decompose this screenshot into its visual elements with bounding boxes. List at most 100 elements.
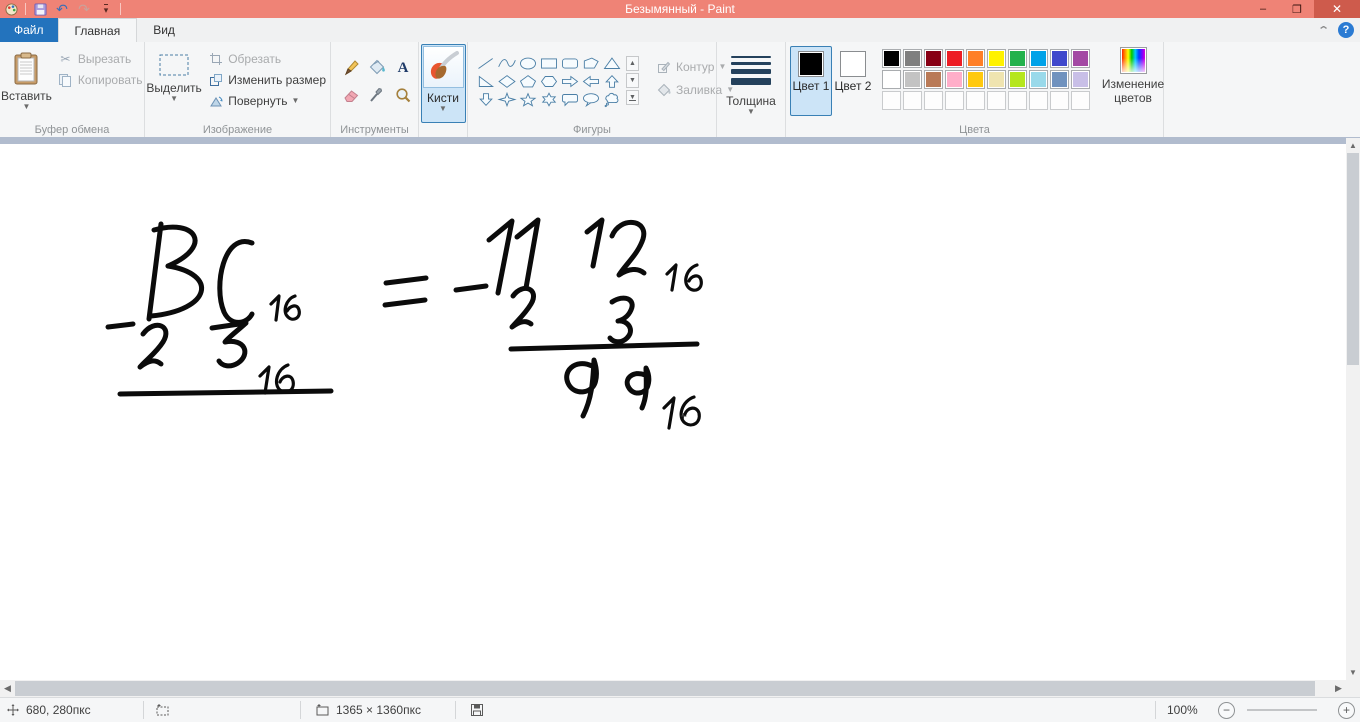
maximize-button[interactable]: ❐ <box>1280 0 1314 18</box>
resize-button[interactable]: Изменить размер <box>203 69 330 90</box>
shape-curve[interactable] <box>497 55 517 72</box>
shape-arrow-up[interactable] <box>602 73 622 90</box>
palette-color-swatch[interactable] <box>924 49 943 68</box>
magnifier-tool-button[interactable] <box>391 82 415 108</box>
drawing-canvas[interactable] <box>0 144 1346 680</box>
eraser-tool-button[interactable] <box>339 82 363 108</box>
cut-button[interactable]: ✂ Вырезать <box>53 48 147 69</box>
shape-six-point-star[interactable] <box>539 91 559 108</box>
palette-color-swatch[interactable] <box>882 70 901 89</box>
palette-empty-slot[interactable] <box>924 91 943 110</box>
scroll-left-icon[interactable]: ◀ <box>0 680 15 697</box>
copy-button[interactable]: Копировать <box>53 69 147 90</box>
palette-color-swatch[interactable] <box>1008 49 1027 68</box>
scroll-right-icon[interactable]: ▶ <box>1331 680 1346 697</box>
paint-app-icon[interactable] <box>3 1 19 17</box>
palette-color-swatch[interactable] <box>924 70 943 89</box>
redo-button[interactable]: ↷ <box>76 1 92 17</box>
palette-color-swatch[interactable] <box>1071 49 1090 68</box>
color1-button[interactable]: Цвет 1 <box>790 46 832 116</box>
palette-color-swatch[interactable] <box>1008 70 1027 89</box>
scroll-up-icon[interactable]: ▲ <box>1346 138 1360 153</box>
shape-pentagon[interactable] <box>518 73 538 90</box>
horizontal-scroll-thumb[interactable] <box>15 681 1315 696</box>
shape-diamond[interactable] <box>497 73 517 90</box>
palette-color-swatch[interactable] <box>1029 49 1048 68</box>
palette-color-swatch[interactable] <box>1029 70 1048 89</box>
shape-line[interactable] <box>476 55 496 72</box>
color2-button[interactable]: Цвет 2 <box>832 46 874 116</box>
palette-empty-slot[interactable] <box>1029 91 1048 110</box>
fill-bucket-tool-button[interactable] <box>365 54 389 80</box>
tab-view[interactable]: Вид <box>137 18 191 42</box>
palette-empty-slot[interactable] <box>882 91 901 110</box>
zoom-out-button[interactable]: − <box>1218 701 1235 719</box>
shapes-scroll-down-icon[interactable]: ▼ <box>626 73 639 88</box>
palette-empty-slot[interactable] <box>987 91 1006 110</box>
crop-button[interactable]: Обрезать <box>203 48 330 69</box>
paste-button[interactable]: Вставить ▼ <box>0 44 53 122</box>
shape-hexagon[interactable] <box>539 73 559 90</box>
save-button[interactable] <box>32 1 48 17</box>
palette-empty-slot[interactable] <box>966 91 985 110</box>
zoom-slider-track[interactable] <box>1247 709 1317 711</box>
palette-color-swatch[interactable] <box>987 49 1006 68</box>
tab-home[interactable]: Главная <box>57 18 138 42</box>
shape-triangle[interactable] <box>602 55 622 72</box>
select-button[interactable]: Выделить ▼ <box>145 44 203 122</box>
shape-rectangle[interactable] <box>539 55 559 72</box>
shape-arrow-left[interactable] <box>581 73 601 90</box>
brushes-button[interactable]: Кисти ▼ <box>420 44 466 123</box>
scroll-down-icon[interactable]: ▼ <box>1346 665 1360 680</box>
palette-color-swatch[interactable] <box>882 49 901 68</box>
palette-color-swatch[interactable] <box>1071 70 1090 89</box>
palette-empty-slot[interactable] <box>1008 91 1027 110</box>
shape-four-point-star[interactable] <box>497 91 517 108</box>
palette-color-swatch[interactable] <box>945 70 964 89</box>
palette-color-swatch[interactable] <box>1050 49 1069 68</box>
tab-file[interactable]: Файл <box>0 18 58 42</box>
ribbon-top-right: ⌃ ? <box>1317 18 1354 42</box>
horizontal-scrollbar[interactable]: ◀ ▶ <box>0 680 1346 697</box>
palette-color-swatch[interactable] <box>945 49 964 68</box>
color-picker-tool-button[interactable] <box>365 82 389 108</box>
shapes-scroll-up-icon[interactable]: ▲ <box>626 56 639 71</box>
shape-polygon[interactable] <box>581 55 601 72</box>
vertical-scroll-thumb[interactable] <box>1347 153 1359 365</box>
palette-color-swatch[interactable] <box>903 70 922 89</box>
shape-oval[interactable] <box>518 55 538 72</box>
customize-qat-dropdown[interactable]: ▾ <box>98 1 114 17</box>
palette-color-swatch[interactable] <box>903 49 922 68</box>
undo-button[interactable]: ↶ <box>54 1 70 17</box>
shape-cloud-callout[interactable] <box>602 91 622 108</box>
shape-oval-callout[interactable] <box>581 91 601 108</box>
palette-color-swatch[interactable] <box>987 70 1006 89</box>
shapes-more-icon[interactable]: ▼ <box>626 90 639 105</box>
palette-color-swatch[interactable] <box>1050 70 1069 89</box>
vertical-scrollbar[interactable]: ▲ ▼ <box>1346 138 1360 680</box>
palette-empty-slot[interactable] <box>1071 91 1090 110</box>
rotate-label: Повернуть <box>228 93 288 108</box>
shape-arrow-right[interactable] <box>560 73 580 90</box>
pencil-tool-button[interactable] <box>339 54 363 80</box>
help-icon[interactable]: ? <box>1338 22 1354 38</box>
collapse-ribbon-button[interactable]: ⌃ <box>1317 24 1330 37</box>
palette-empty-slot[interactable] <box>903 91 922 110</box>
shape-rounded-callout[interactable] <box>560 91 580 108</box>
close-button[interactable]: ✕ <box>1314 0 1360 18</box>
text-tool-button[interactable]: A <box>391 54 415 80</box>
curve-icon <box>498 59 516 68</box>
palette-color-swatch[interactable] <box>966 49 985 68</box>
minimize-button[interactable]: – <box>1246 0 1280 18</box>
palette-empty-slot[interactable] <box>1050 91 1069 110</box>
palette-color-swatch[interactable] <box>966 70 985 89</box>
edit-colors-button[interactable]: Изменение цветов <box>1102 47 1164 106</box>
size-button[interactable]: Толщина ▼ <box>720 44 782 123</box>
zoom-in-button[interactable]: + <box>1338 701 1355 719</box>
palette-empty-slot[interactable] <box>945 91 964 110</box>
shape-rounded-rectangle[interactable] <box>560 55 580 72</box>
rotate-button[interactable]: Повернуть ▼ <box>203 90 330 111</box>
shape-arrow-down[interactable] <box>476 91 496 108</box>
shape-five-point-star[interactable] <box>518 91 538 108</box>
shape-right-triangle[interactable] <box>476 73 496 90</box>
